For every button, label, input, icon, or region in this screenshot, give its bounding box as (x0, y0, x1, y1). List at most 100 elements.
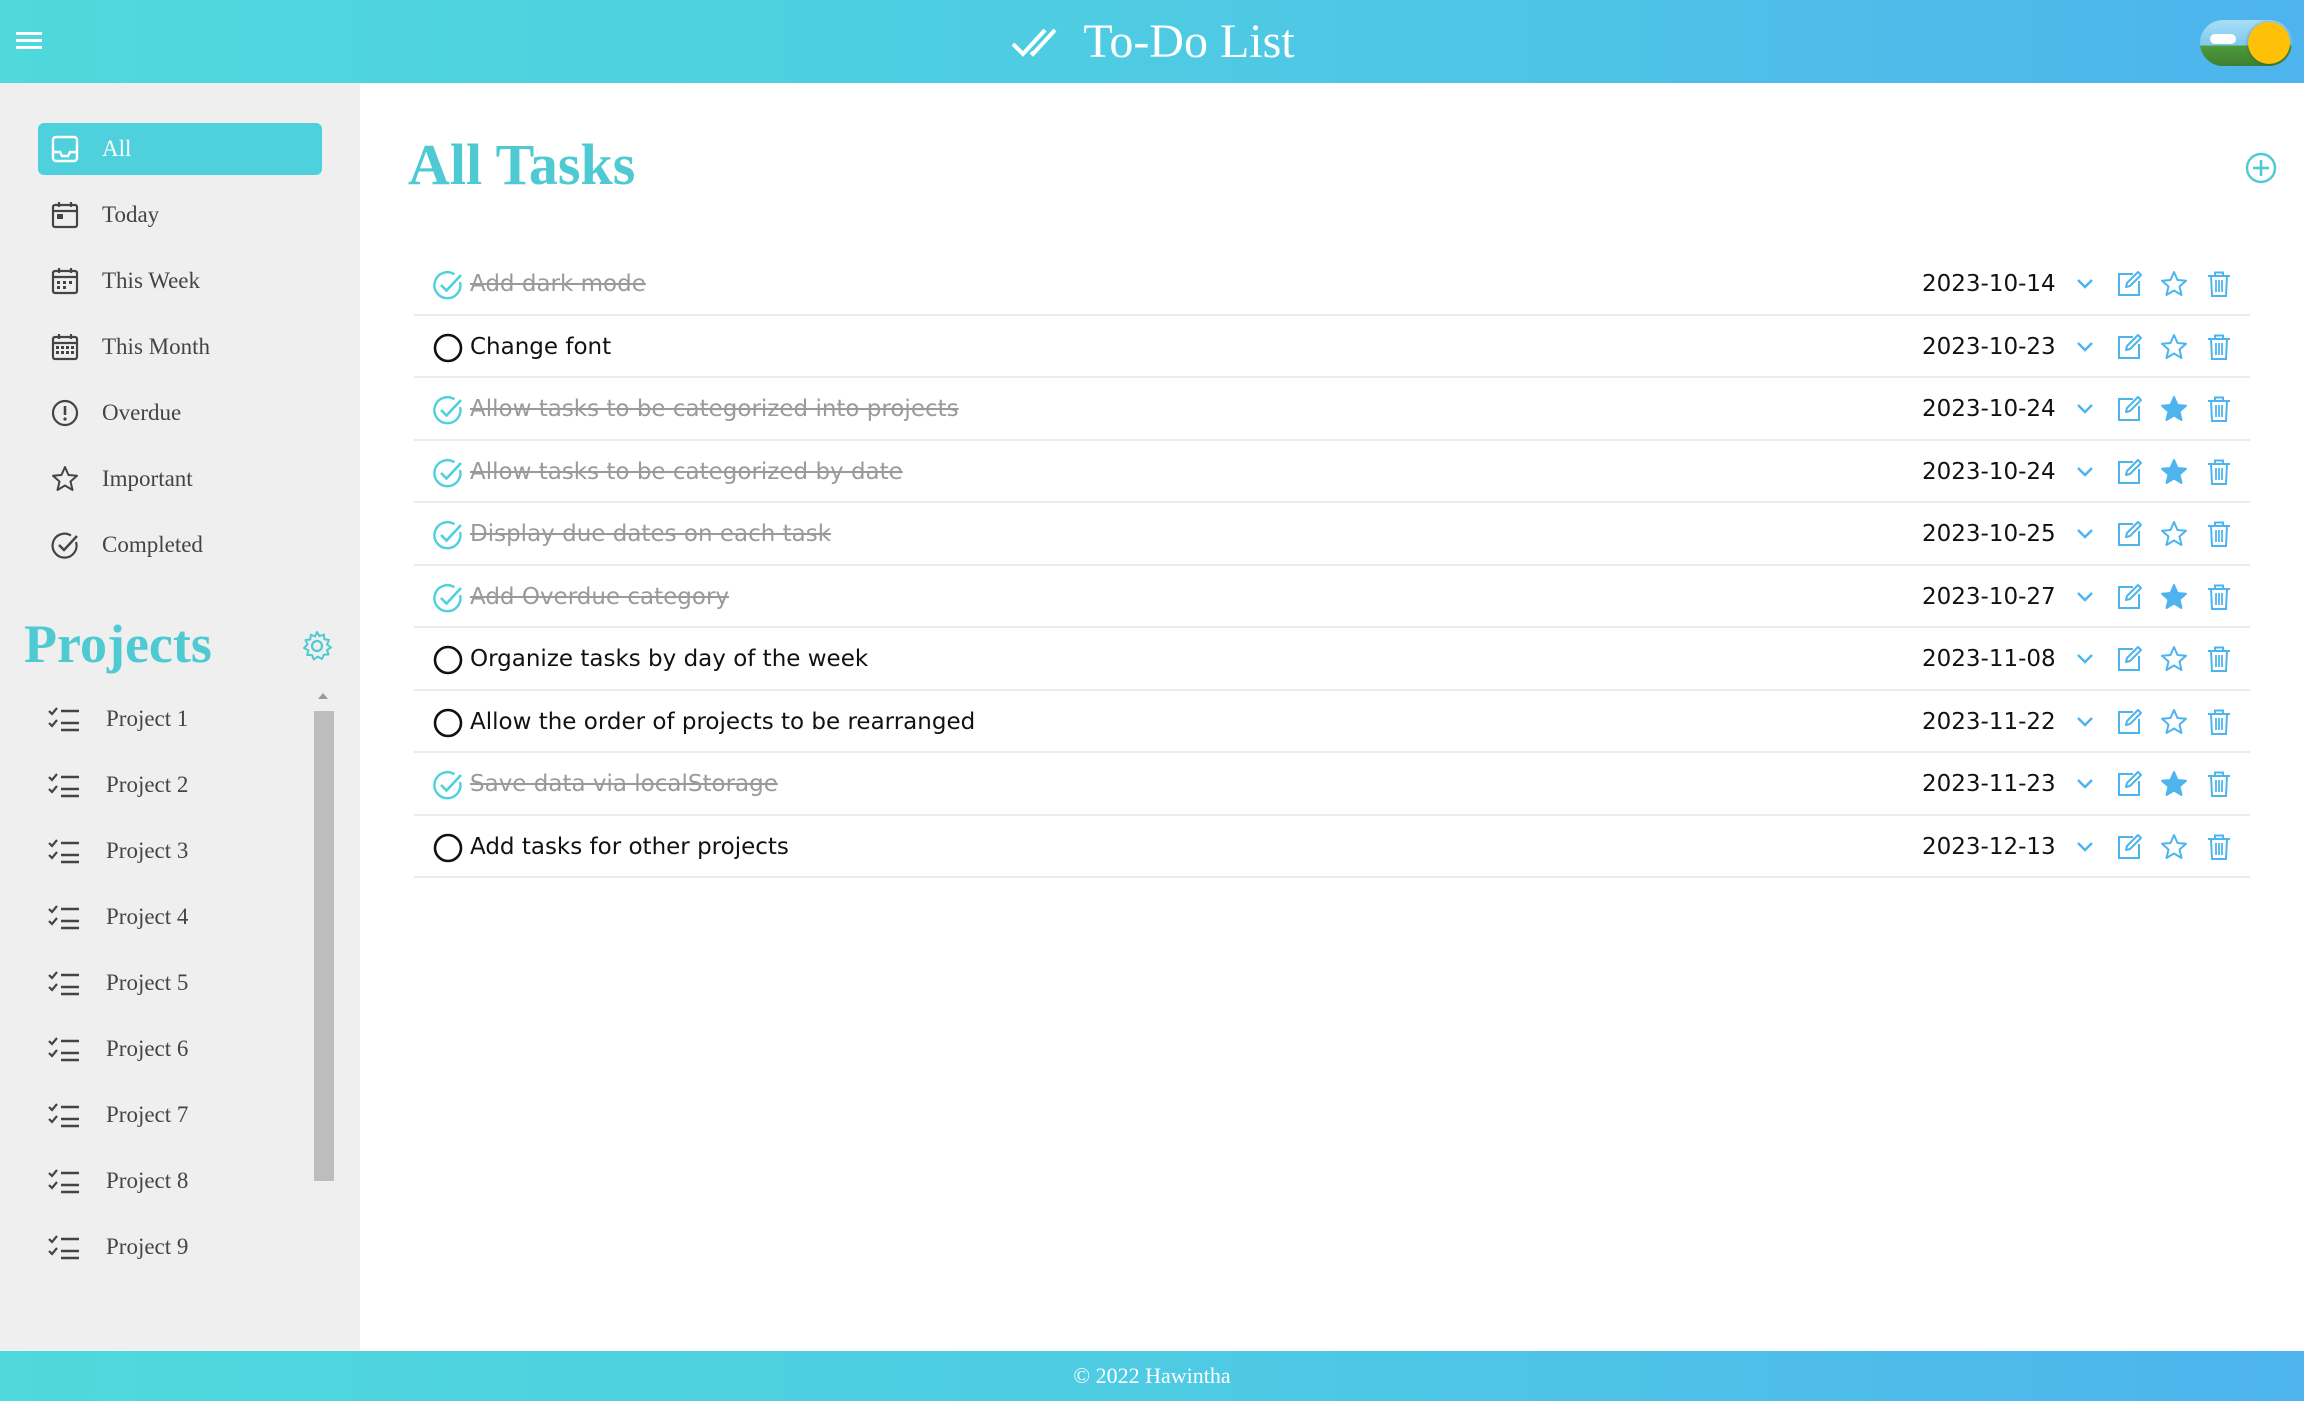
chevron-down-icon[interactable] (2070, 769, 2100, 799)
task-row[interactable]: Allow tasks to be categorized by date 202… (414, 441, 2250, 503)
hamburger-menu-icon[interactable] (14, 28, 46, 54)
project-scrollbar[interactable] (312, 687, 334, 1387)
trash-icon[interactable] (2204, 269, 2234, 299)
task-row[interactable]: Add dark mode 2023-10-14 (414, 253, 2250, 316)
star-icon[interactable] (2159, 269, 2189, 299)
chevron-down-icon[interactable] (2070, 457, 2100, 487)
chevron-down-icon[interactable] (2070, 519, 2100, 549)
gear-icon[interactable] (300, 629, 334, 663)
star-filled-icon[interactable] (2159, 457, 2189, 487)
circle-icon[interactable] (432, 644, 464, 676)
star-icon[interactable] (2159, 707, 2189, 737)
nav-item-important[interactable]: Important (38, 453, 322, 505)
task-due-date: 2023-10-23 (1922, 333, 2056, 360)
circle-icon[interactable] (432, 332, 464, 364)
trash-icon[interactable] (2204, 394, 2234, 424)
project-item[interactable]: Project 9 (38, 1221, 300, 1273)
star-filled-icon[interactable] (2159, 582, 2189, 612)
task-row[interactable]: Allow tasks to be categorized into proje… (414, 378, 2250, 441)
plus-circle-icon[interactable] (2244, 151, 2278, 185)
scroll-up-arrow-icon[interactable] (318, 693, 328, 699)
task-row[interactable]: Display due dates on each task 2023-10-25 (414, 503, 2250, 566)
edit-icon[interactable] (2114, 394, 2144, 424)
star-filled-icon[interactable] (2159, 394, 2189, 424)
chevron-down-icon[interactable] (2070, 707, 2100, 737)
checklist-icon (48, 838, 80, 864)
nav-item-all[interactable]: All (38, 123, 322, 175)
check-circle-icon[interactable] (432, 769, 464, 801)
edit-icon[interactable] (2114, 269, 2144, 299)
chevron-down-icon[interactable] (2070, 269, 2100, 299)
nav-item-today[interactable]: Today (38, 189, 322, 241)
project-item[interactable]: Project 8 (38, 1155, 300, 1207)
checklist-icon (48, 1234, 80, 1260)
nav-item-completed[interactable]: Completed (38, 519, 322, 571)
trash-icon[interactable] (2204, 582, 2234, 612)
chevron-down-icon[interactable] (2070, 644, 2100, 674)
theme-toggle[interactable] (2200, 20, 2292, 66)
trash-icon[interactable] (2204, 769, 2234, 799)
task-row[interactable]: Save data via localStorage 2023-11-23 (414, 753, 2250, 816)
check-circle-icon[interactable] (432, 582, 464, 614)
edit-icon[interactable] (2114, 644, 2144, 674)
project-item[interactable]: Project 6 (38, 1023, 300, 1075)
trash-icon[interactable] (2204, 644, 2234, 674)
star-icon[interactable] (2159, 519, 2189, 549)
star-filled-icon[interactable] (2159, 769, 2189, 799)
task-row[interactable]: Change font 2023-10-23 (414, 316, 2250, 378)
edit-icon[interactable] (2114, 582, 2144, 612)
task-row[interactable]: Allow the order of projects to be rearra… (414, 691, 2250, 753)
nav-item-this-week[interactable]: This Week (38, 255, 322, 307)
check-circle-icon[interactable] (432, 269, 464, 301)
edit-icon[interactable] (2114, 332, 2144, 362)
check-circle-icon[interactable] (432, 394, 464, 426)
project-label: Project 5 (106, 970, 189, 995)
task-title: Save data via localStorage (470, 771, 778, 797)
nav-item-overdue[interactable]: Overdue (38, 387, 322, 439)
star-icon[interactable] (2159, 644, 2189, 674)
chevron-down-icon[interactable] (2070, 394, 2100, 424)
app-title: To-Do List (1083, 15, 1295, 68)
project-item[interactable]: Project 7 (38, 1089, 300, 1141)
circle-icon[interactable] (432, 832, 464, 864)
chevron-down-icon[interactable] (2070, 582, 2100, 612)
edit-icon[interactable] (2114, 519, 2144, 549)
task-row[interactable]: Organize tasks by day of the week 2023-11… (414, 628, 2250, 691)
project-item[interactable]: Project 4 (38, 891, 300, 943)
task-due-date: 2023-10-27 (1922, 583, 2056, 610)
projects-title: Projects (24, 614, 212, 674)
edit-icon[interactable] (2114, 832, 2144, 862)
task-title: Add tasks for other projects (470, 833, 789, 860)
edit-icon[interactable] (2114, 769, 2144, 799)
trash-icon[interactable] (2204, 707, 2234, 737)
trash-icon[interactable] (2204, 832, 2234, 862)
star-icon[interactable] (2159, 832, 2189, 862)
task-due-date: 2023-10-14 (1922, 271, 2056, 297)
task-row[interactable]: Add Overdue category 2023-10-27 (414, 566, 2250, 628)
check-circle-icon[interactable] (432, 519, 464, 551)
trash-icon[interactable] (2204, 519, 2234, 549)
chevron-down-icon[interactable] (2070, 832, 2100, 862)
project-list: Project 1 Project 2 Project 3 Project 4 … (38, 693, 300, 1383)
task-title: Change font (470, 333, 612, 360)
app-brand: To-Do List (0, 0, 2304, 83)
scroll-thumb[interactable] (314, 711, 334, 1181)
page-title: All Tasks (408, 132, 636, 197)
project-label: Project 8 (106, 1168, 189, 1193)
chevron-down-icon[interactable] (2070, 332, 2100, 362)
trash-icon[interactable] (2204, 332, 2234, 362)
check-circle-icon[interactable] (432, 457, 464, 489)
edit-icon[interactable] (2114, 707, 2144, 737)
trash-icon[interactable] (2204, 457, 2234, 487)
task-title: Add dark mode (470, 271, 646, 297)
project-item[interactable]: Project 2 (38, 759, 300, 811)
project-item[interactable]: Project 1 (38, 693, 300, 745)
project-item[interactable]: Project 5 (38, 957, 300, 1009)
task-row[interactable]: Add tasks for other projects 2023-12-13 (414, 816, 2250, 878)
task-title: Display due dates on each task (470, 521, 832, 547)
nav-item-this-month[interactable]: This Month (38, 321, 322, 373)
star-icon[interactable] (2159, 332, 2189, 362)
project-item[interactable]: Project 3 (38, 825, 300, 877)
circle-icon[interactable] (432, 707, 464, 739)
edit-icon[interactable] (2114, 457, 2144, 487)
